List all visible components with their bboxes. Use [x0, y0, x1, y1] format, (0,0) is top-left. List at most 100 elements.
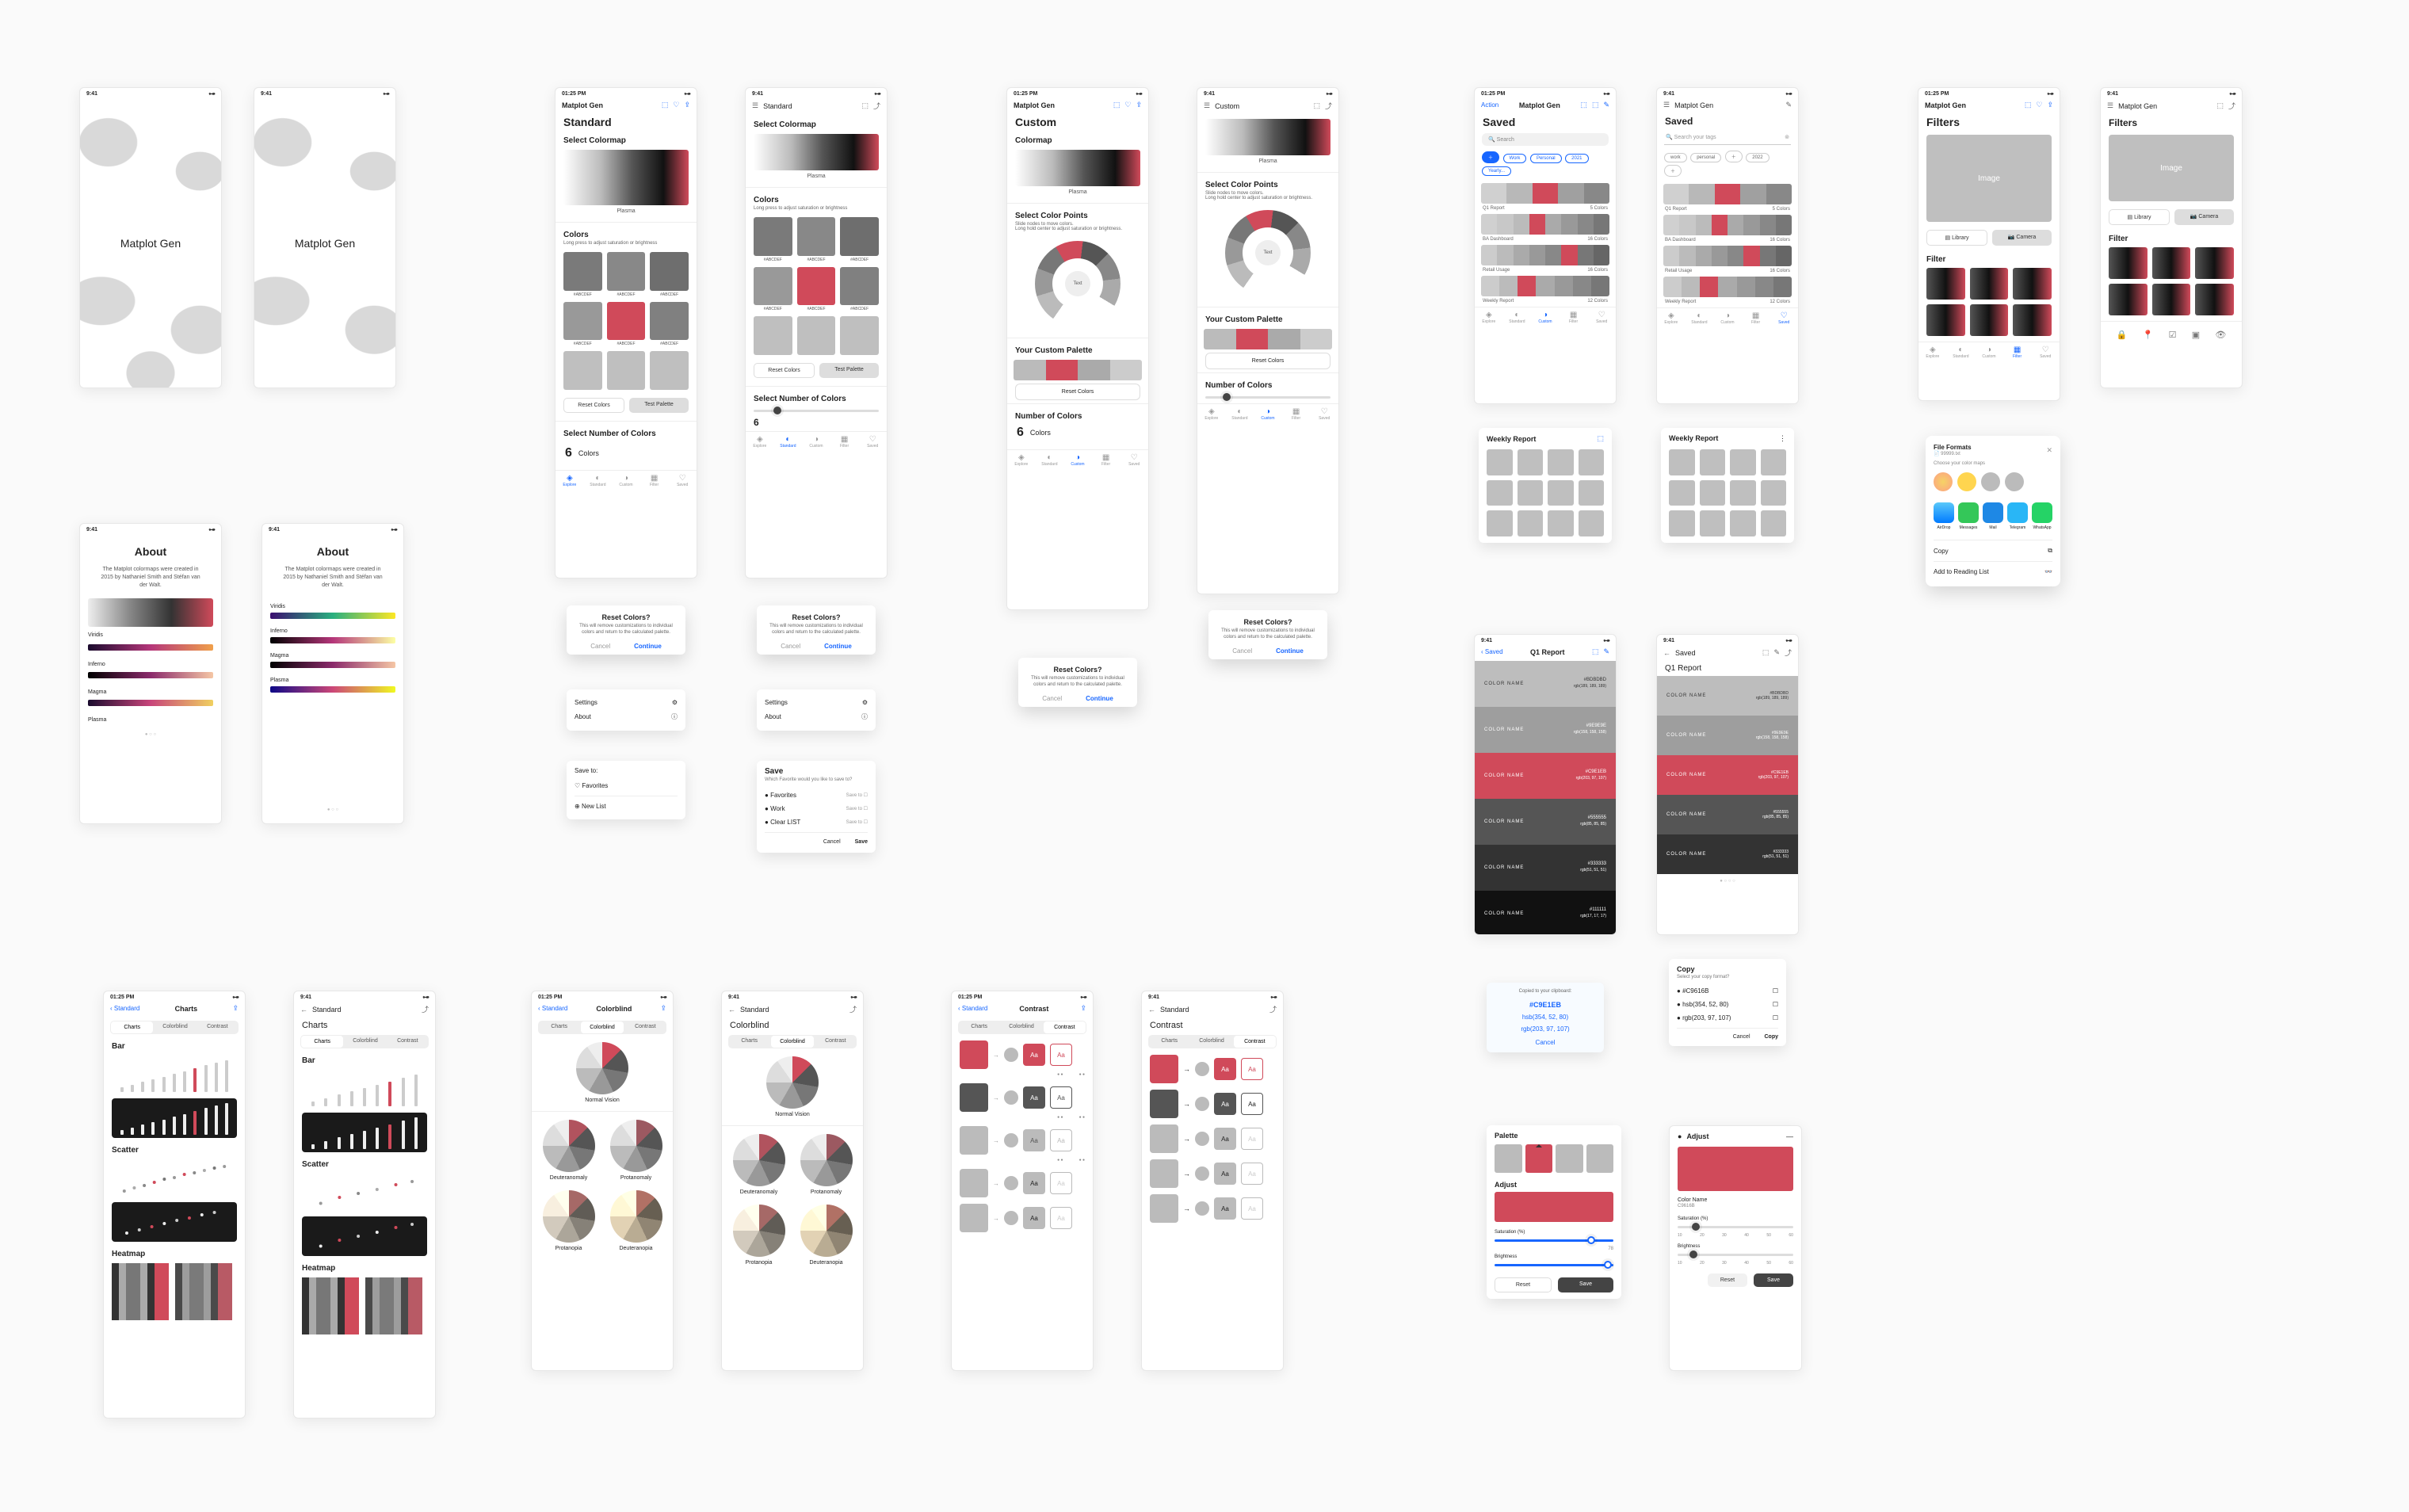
tab-saved[interactable]: ♡Saved	[668, 475, 697, 487]
copy-rgb[interactable]: ● rgb(203, 97, 107)☐	[1677, 1011, 1778, 1025]
menu-sheet-1: Settings⚙ Aboutⓘ	[567, 689, 685, 731]
reset-alert-1: Reset Colors? This will remove customiza…	[567, 605, 685, 655]
copied-snackbar: Copied to your clipboard: #C9E1EB hsb(35…	[1487, 983, 1604, 1052]
back-link[interactable]: ‹ Saved	[1481, 648, 1503, 655]
share-reading-list[interactable]: Add to Reading List👓	[1934, 565, 2052, 578]
tab-filter[interactable]: ▦Filter	[640, 475, 669, 487]
scatter-chart-light	[112, 1159, 237, 1199]
camera-btn[interactable]: 📷 Camera	[1992, 230, 2052, 246]
charts-screen-2: 9:41 ←Standard⤴ Charts ChartsColorblindC…	[293, 991, 436, 1418]
share-icon[interactable]: ⤴	[873, 101, 880, 111]
adjust-reset[interactable]: Reset	[1495, 1277, 1552, 1292]
custom-screen-2: 9:41 ☰Custom⬚⤴ Plasma Select Color Point…	[1197, 87, 1339, 594]
saturation-slider[interactable]	[1495, 1239, 1613, 1242]
search-input-2[interactable]: 🔍 Search your tags⊚	[1664, 132, 1791, 145]
save-sheet-2: Save Which Favorite would you like to sa…	[757, 761, 876, 853]
color-wheel[interactable]: Text	[1035, 241, 1121, 326]
save-favorites[interactable]: ♡ Favorites	[575, 779, 678, 792]
edit-icon[interactable]: ✎	[1785, 101, 1792, 109]
heatmap-dark	[175, 1263, 232, 1320]
color-count: 6	[565, 446, 572, 460]
filter-icon: ⊚	[1785, 134, 1789, 140]
heatmap-light	[112, 1263, 169, 1320]
pin-icon[interactable]: 📍	[2143, 330, 2154, 340]
chip-add[interactable]: ＋	[1482, 151, 1499, 163]
reset-colors-button[interactable]: Reset Colors	[563, 398, 624, 413]
segment-control[interactable]: ChartsColorblindContrast	[110, 1021, 239, 1034]
copy-hsb[interactable]: ● hsb(354, 52, 80)☐	[1677, 998, 1778, 1011]
close-icon[interactable]: ✕	[2046, 446, 2052, 455]
colorblind-screen-1: 01:25 PM ‹ StandardColorblind⇪ ChartsCol…	[531, 991, 674, 1371]
weekly-icon[interactable]: ⬚	[1597, 434, 1604, 443]
copy-hex[interactable]: ● #C9616B☐	[1677, 984, 1778, 998]
save-new-list[interactable]: ⊕ New List	[575, 800, 678, 813]
about-1: 9:41 About The Matplot colormaps were cr…	[79, 523, 222, 824]
num-colors-slider[interactable]	[754, 410, 879, 412]
splash-2: 9:41 Matplot Gen	[254, 87, 396, 388]
charts-screen-1: 01:25 PM ‹ StandardCharts⇪ ChartsColorbl…	[103, 991, 246, 1418]
back-icon[interactable]: ●	[1678, 1132, 1682, 1140]
reset-colors-button[interactable]: Reset Colors	[1015, 384, 1140, 400]
color-swatch[interactable]	[563, 252, 602, 291]
splash-1: 9:41 Matplot Gen	[79, 87, 222, 388]
custom-screen-1: 01:25 PM Matplot Gen ⬚♡⇪ Custom Colormap…	[1006, 87, 1149, 610]
colormap-preview[interactable]	[563, 150, 689, 205]
standard-screen-1: 01:25 PM Matplot Gen ⬚ ♡ ⇪ Standard Sele…	[555, 87, 697, 578]
copy-sheet: Copy Select your copy format? ● #C9616B☐…	[1669, 959, 1786, 1046]
filters-screen-1: 01:25 PM Matplot Gen⬚♡⇪ Filters Image ▤ …	[1918, 87, 2060, 401]
favorite-icon[interactable]: ♡	[673, 101, 679, 109]
detail-screen-1: 9:41 ‹ SavedQ1 Report ⬚✎ Color Name#BDBD…	[1474, 634, 1617, 935]
standard-screen-2: 9:41 ☰ Standard ⬚ ⤴ Select Colormap Plas…	[745, 87, 888, 578]
gear-icon: ⚙	[672, 699, 678, 706]
scatter-chart-dark	[112, 1202, 237, 1242]
adjust-save[interactable]: Save	[1558, 1277, 1613, 1292]
colorblind-screen-2: 9:41 ←Standard⤴ Colorblind ChartsColorbl…	[721, 991, 864, 1371]
back-icon[interactable]: ←	[1663, 649, 1670, 657]
brightness-slider[interactable]	[1495, 1264, 1613, 1266]
tab-custom[interactable]: ◑Custom	[612, 475, 640, 487]
contrast-screen-2: 9:41 ←Standard⤴ Contrast ChartsColorblin…	[1141, 991, 1284, 1371]
action-link[interactable]: Action	[1481, 101, 1498, 109]
eye-icon[interactable]: 👁	[2215, 330, 2226, 340]
app-logo-text: Matplot Gen	[120, 237, 181, 250]
copied-hex: #C9E1EB	[1495, 998, 1596, 1011]
search-input[interactable]: 🔍 Search	[1482, 133, 1609, 146]
weekly-report-card-1: Weekly Report⬚	[1479, 428, 1612, 543]
box-icon[interactable]: ▣	[2192, 330, 2200, 340]
share-icon[interactable]: ⇪	[684, 101, 690, 109]
saved-item[interactable]: Q1 Report5 Colors	[1481, 183, 1609, 211]
saved-screen-2: 9:41 ☰Matplot Gen✎ Saved 🔍 Search your t…	[1656, 87, 1799, 404]
checkbox-icon[interactable]: ☑	[2169, 330, 2177, 340]
snackbar-cancel[interactable]: Cancel	[1495, 1039, 1596, 1046]
bar-chart-light	[112, 1056, 237, 1095]
test-palette-button[interactable]: Test Palette	[629, 398, 689, 413]
menu-settings[interactable]: Settings⚙	[575, 696, 678, 709]
tab-standard[interactable]: ◐Standard	[584, 475, 613, 487]
about-title: About	[80, 534, 221, 561]
save-to-sheet-1: Save to: ♡ Favorites ⊕ New List	[567, 761, 685, 819]
share-copy[interactable]: Copy⧉	[1934, 544, 2052, 558]
page-title: Standard	[555, 114, 697, 132]
saved-screen-1: 01:25 PM ActionMatplot Gen ⬚⬚✎ Saved 🔍 S…	[1474, 87, 1617, 404]
action-icon[interactable]: ⬚	[662, 101, 669, 109]
about-body: The Matplot colormaps were created in 20…	[80, 561, 221, 594]
contrast-screen-1: 01:25 PM ‹ StandardContrast⇪ ChartsColor…	[951, 991, 1094, 1371]
filters-screen-2: 9:41 ☰Matplot Gen⬚⤴ Filters Image ▤ Libr…	[2100, 87, 2243, 388]
palette-adjust-card: Palette Adjust Saturation (%) 78 Brightn…	[1487, 1125, 1621, 1299]
lock-icon[interactable]: 🔒	[2117, 330, 2128, 340]
adjust-screen: ● Adjust — Color Name C9616B Saturation …	[1669, 1125, 1802, 1371]
bar-chart-dark	[112, 1098, 237, 1138]
tab-explore[interactable]: ◈Explore	[555, 475, 584, 487]
filter-image-placeholder[interactable]: Image	[1926, 135, 2052, 222]
detail-screen-2: 9:41 ←Saved⬚✎⤴ Q1 Report Color Name#BDBD…	[1656, 634, 1799, 935]
about-2: 9:41 About The Matplot colormaps were cr…	[262, 523, 404, 824]
tab-bar: ◈Explore ◐Standard ◑Custom ▦Filter ♡Save…	[555, 470, 697, 492]
edit-icon[interactable]: ✎	[1603, 101, 1609, 109]
alert-cancel[interactable]: Cancel	[590, 643, 610, 650]
library-btn[interactable]: ▤ Library	[1926, 230, 1987, 246]
save-icon[interactable]: ⬚	[861, 101, 869, 110]
menu-icon[interactable]: ☰	[752, 101, 758, 110]
menu-about[interactable]: Aboutⓘ	[575, 709, 678, 724]
alert-continue[interactable]: Continue	[634, 643, 662, 650]
share-sheet: File Formats 📄 99999.txt ✕ Choose your c…	[1926, 436, 2060, 586]
